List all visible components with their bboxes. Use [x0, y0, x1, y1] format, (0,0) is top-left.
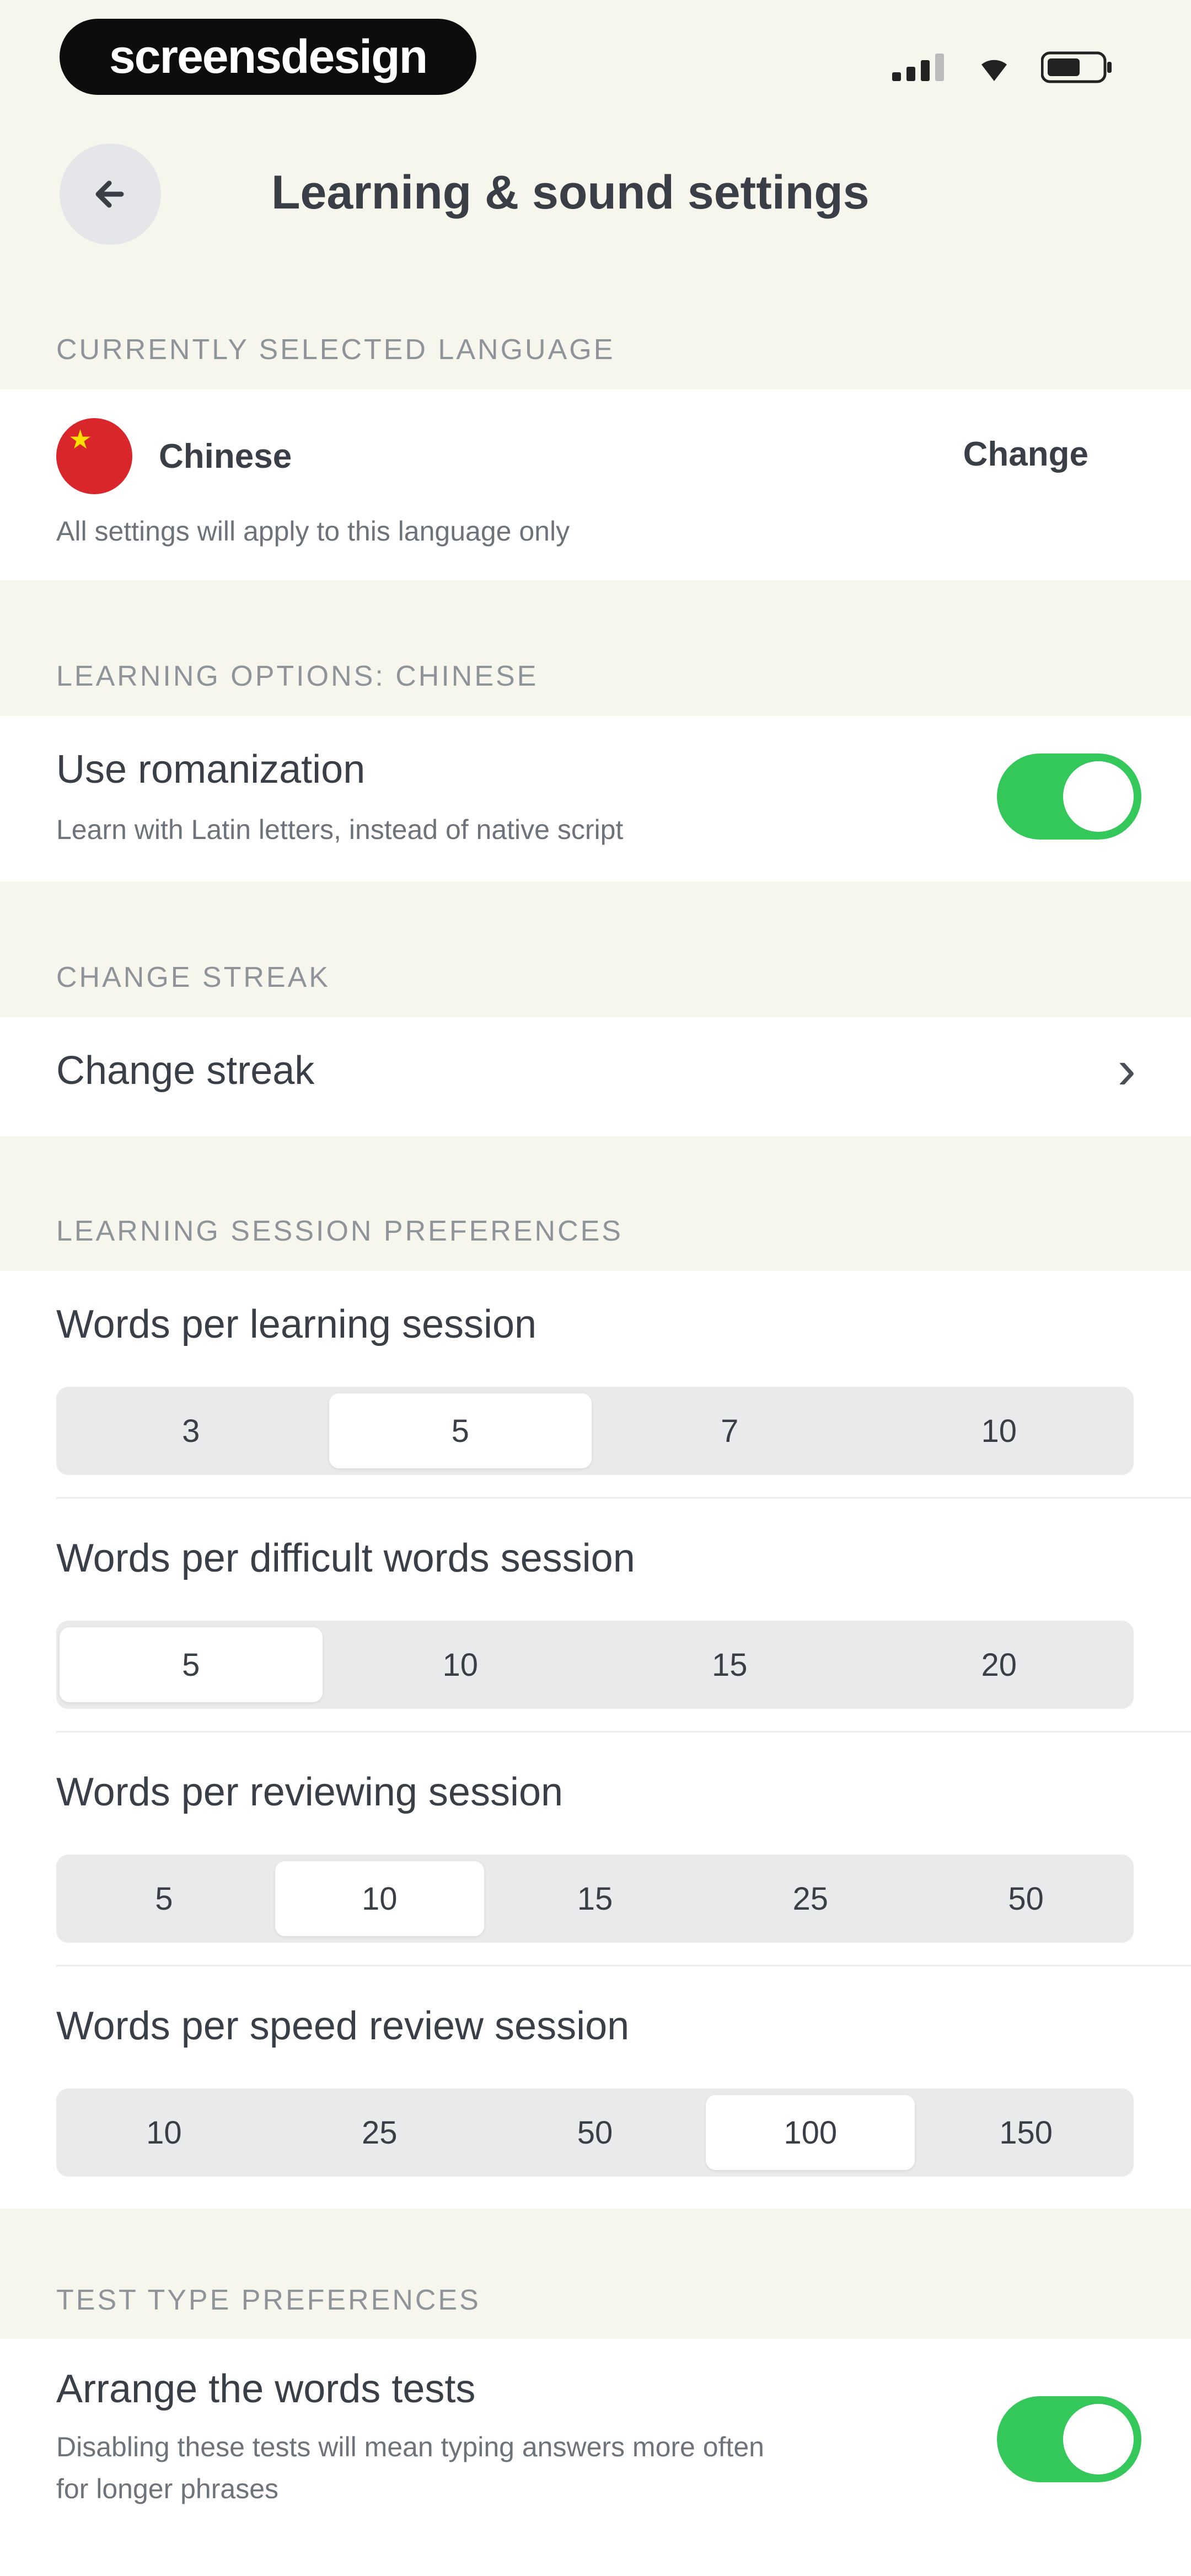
toggle-knob [1063, 2404, 1134, 2475]
segment-option[interactable]: 50 [921, 1861, 1130, 1936]
status-icons [892, 51, 1114, 87]
segment-option[interactable]: 5 [60, 1861, 269, 1936]
learning-session-selector: 3 5 7 10 [56, 1387, 1134, 1475]
section-label-test-prefs: TEST TYPE PREFERENCES [56, 2284, 481, 2316]
china-flag-icon: ★ [56, 418, 132, 494]
section-label-session-prefs: LEARNING SESSION PREFERENCES [56, 1215, 623, 1247]
reviewing-session-title: Words per reviewing session [56, 1770, 564, 1814]
session-prefs-card: Words per learning session 3 5 7 10 Word… [0, 1271, 1191, 2209]
arrange-words-subtitle-line2: for longer phrases [56, 2473, 279, 2504]
section-label-language: CURRENTLY SELECTED LANGUAGE [56, 334, 615, 366]
signal-icon [892, 54, 947, 84]
segment-option-selected[interactable]: 10 [275, 1861, 484, 1936]
arrange-words-toggle[interactable] [997, 2396, 1141, 2482]
section-label-streak: CHANGE STREAK [56, 961, 330, 993]
arrange-words-title: Arrange the words tests [56, 2367, 476, 2411]
segment-option[interactable]: 15 [491, 1861, 700, 1936]
battery-icon [1040, 51, 1114, 87]
romanization-title: Use romanization [56, 747, 366, 792]
learning-options-card: Use romanization Learn with Latin letter… [0, 716, 1191, 881]
segment-option[interactable]: 25 [706, 1861, 915, 1936]
divider [56, 1497, 1191, 1499]
brand-text: screensdesign [109, 30, 428, 83]
divider [56, 1731, 1191, 1733]
difficult-session-title: Words per difficult words session [56, 1536, 635, 1580]
divider [56, 1965, 1191, 1966]
learning-session-title: Words per learning session [56, 1302, 537, 1346]
segment-option[interactable]: 15 [598, 1627, 861, 1702]
segment-option-selected[interactable]: 100 [706, 2095, 915, 2170]
change-streak-row[interactable]: Change streak › [0, 1017, 1191, 1136]
header: Learning & sound settings [0, 132, 1191, 254]
segment-option[interactable]: 150 [921, 2095, 1130, 2170]
romanization-toggle[interactable] [997, 753, 1141, 840]
brand-logo: screensdesign [60, 19, 476, 95]
change-streak-label: Change streak [56, 1049, 315, 1093]
test-prefs-card: Arrange the words tests Disabling these … [0, 2339, 1191, 2576]
segment-option-selected[interactable]: 5 [329, 1393, 592, 1468]
change-language-button[interactable]: Change [963, 435, 1088, 474]
segment-option[interactable]: 10 [868, 1393, 1131, 1468]
status-bar: screensdesign [0, 0, 1191, 110]
section-label-learning-options: LEARNING OPTIONS: CHINESE [56, 660, 539, 692]
chevron-right-icon: › [1117, 1039, 1136, 1100]
language-note: All settings will apply to this language… [56, 516, 570, 547]
speed-review-session-title: Words per speed review session [56, 2004, 630, 2048]
romanization-subtitle: Learn with Latin letters, instead of nat… [56, 814, 624, 845]
wifi-icon [975, 52, 1013, 85]
language-row: ★ Chinese [56, 418, 292, 494]
language-name: Chinese [159, 437, 292, 475]
segment-option[interactable]: 20 [868, 1627, 1131, 1702]
arrow-left-icon [95, 180, 124, 208]
segment-option[interactable]: 7 [598, 1393, 861, 1468]
segment-option[interactable]: 3 [60, 1393, 323, 1468]
speed-review-session-selector: 10 25 50 100 150 [56, 2088, 1134, 2177]
segment-option-selected[interactable]: 5 [60, 1627, 323, 1702]
back-button[interactable] [60, 143, 161, 245]
page-title: Learning & sound settings [271, 166, 870, 219]
language-card: ★ Chinese Change All settings will apply… [0, 389, 1191, 580]
difficult-session-selector: 5 10 15 20 [56, 1621, 1134, 1709]
arrange-words-subtitle-line1: Disabling these tests will mean typing a… [56, 2431, 764, 2462]
segment-option[interactable]: 10 [329, 1627, 592, 1702]
segment-option[interactable]: 25 [275, 2095, 484, 2170]
reviewing-session-selector: 5 10 15 25 50 [56, 1854, 1134, 1943]
segment-option[interactable]: 50 [491, 2095, 700, 2170]
segment-option[interactable]: 10 [60, 2095, 269, 2170]
toggle-knob [1063, 761, 1134, 832]
